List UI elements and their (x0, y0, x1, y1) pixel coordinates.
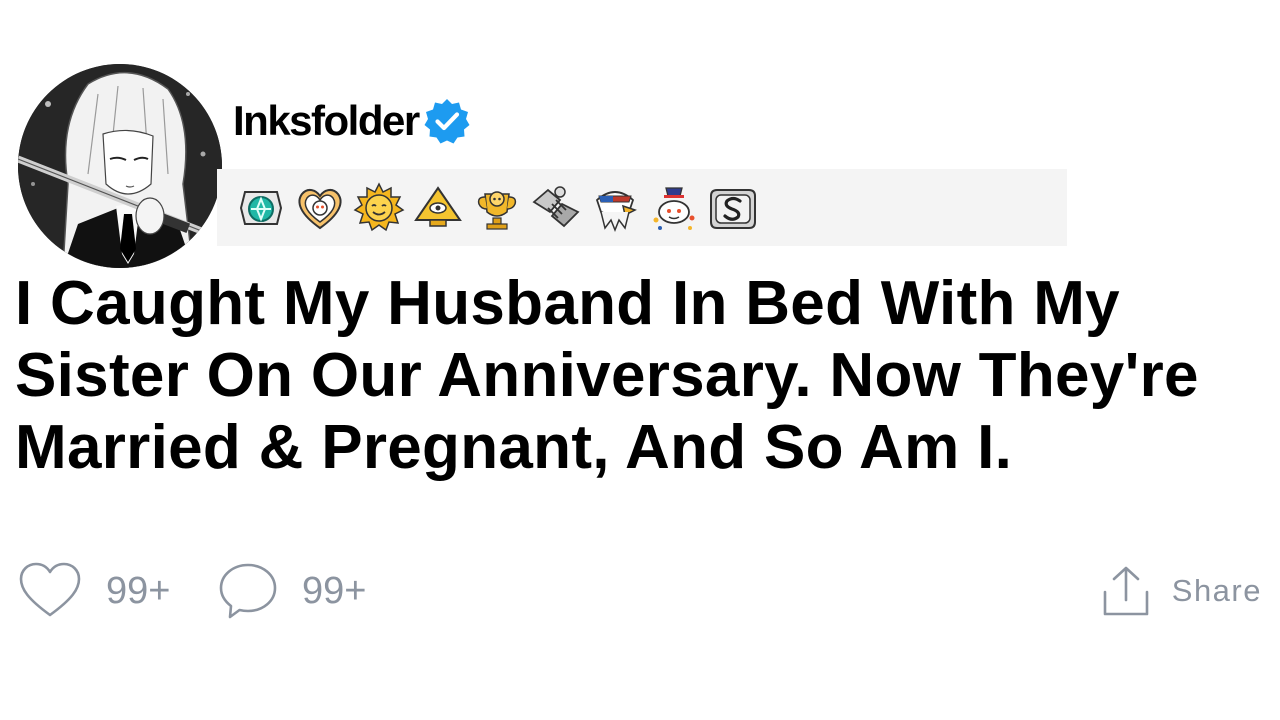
teal-gem-award-icon[interactable] (235, 182, 287, 234)
handshake-award-icon[interactable] (530, 182, 582, 234)
comment-bubble-icon (219, 563, 277, 619)
post-title: I Caught My Husband In Bed With My Siste… (15, 269, 1199, 482)
share-button[interactable]: Share (1102, 560, 1262, 622)
awards-bar (217, 169, 1067, 246)
eagle-award-icon[interactable] (589, 182, 641, 234)
heart-icon (19, 562, 81, 617)
avatar[interactable] (18, 64, 222, 268)
like-count: 99+ (106, 569, 171, 612)
comment-button[interactable]: 99+ (218, 560, 366, 622)
wholesome-heart-award-icon[interactable] (294, 182, 346, 234)
like-button[interactable]: 99+ (18, 560, 170, 622)
share-upload-icon (1103, 566, 1149, 616)
comment-count: 99+ (302, 569, 367, 612)
author-row: Inksfolder (233, 94, 471, 148)
snoo-confetti-award-icon[interactable] (648, 182, 700, 234)
silver-s-award-icon[interactable] (707, 182, 759, 234)
pyramid-eye-award-icon[interactable] (412, 182, 464, 234)
post-actions: 99+ 99+ Share (18, 560, 1262, 622)
share-label: Share (1171, 573, 1262, 608)
gold-trophy-snoo-award-icon[interactable] (471, 182, 523, 234)
sun-face-award-icon[interactable] (353, 181, 405, 234)
username[interactable]: Inksfolder (233, 94, 420, 148)
anime-girl-avatar-icon (18, 64, 222, 268)
verified-badge-icon (424, 99, 470, 144)
